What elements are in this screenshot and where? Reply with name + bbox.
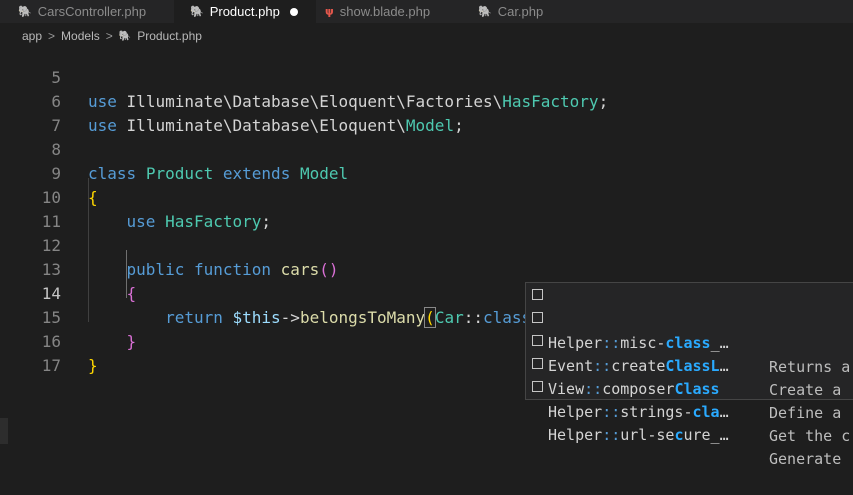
suggestion-label: Helper::strings-cla… xyxy=(548,403,729,421)
line-content: { xyxy=(88,188,98,207)
suggestion-detail: Define a xyxy=(769,404,842,422)
php-elephant-icon: 🐘 xyxy=(118,30,132,42)
code-line[interactable]: 11 xyxy=(0,186,61,231)
code-line[interactable]: 6 use Illuminate\Database\Eloquent\Model… xyxy=(0,66,463,135)
tab-label: CarsController.php xyxy=(37,4,147,19)
unsaved-dot-icon[interactable] xyxy=(289,7,298,16)
tab-bar: 🐘 CarsController.php 🐘 Product.php ψ sho… xyxy=(0,0,853,23)
line-content: use Illuminate\Database\Eloquent\Factori… xyxy=(88,92,609,111)
code-line[interactable]: 13 { xyxy=(0,234,136,303)
suggestion-item[interactable]: Event::createClassL… Create a xyxy=(526,306,853,399)
code-line[interactable]: 8 class Product extends Model xyxy=(0,114,348,183)
breadcrumb-app[interactable]: app xyxy=(22,29,42,43)
tab-label: show.blade.php xyxy=(339,4,431,19)
breadcrumb-file[interactable]: Product.php xyxy=(137,29,202,43)
code-line[interactable]: 16 } xyxy=(0,306,98,375)
line-content: class Product extends Model xyxy=(88,164,349,183)
tab-label: Product.php xyxy=(209,4,280,19)
snippet-icon xyxy=(532,289,543,300)
suggestion-detail: Get the c xyxy=(769,427,851,445)
code-line[interactable]: 12 public function cars() xyxy=(0,210,339,279)
php-elephant-icon: 🐘 xyxy=(18,6,32,18)
line-content: use Illuminate\Database\Eloquent\Model; xyxy=(88,116,464,135)
suggestion-item[interactable]: View::composerClass Define a xyxy=(526,329,853,422)
php-elephant-icon: 🐘 xyxy=(478,6,492,18)
tab-car[interactable]: 🐘 Car.php xyxy=(478,0,543,23)
snippet-icon xyxy=(532,312,543,323)
chevron-right-icon: > xyxy=(105,29,113,43)
line-content: use HasFactory; xyxy=(126,212,272,231)
code-line[interactable]: 7 xyxy=(0,90,61,135)
autocomplete-suggestions: Helper::misc-class_… Returns a Event::cr… xyxy=(525,282,853,468)
snippet-icon xyxy=(532,335,543,346)
line-content: return $this->belongsToMany(Car::class); xyxy=(88,306,550,330)
laravel-blade-icon: ψ xyxy=(325,5,334,18)
line-content: } xyxy=(88,356,98,375)
suggestion-item[interactable]: Helper::misc-class_… Returns a xyxy=(526,283,853,376)
tab-product[interactable]: 🐘 Product.php xyxy=(174,0,316,23)
code-line[interactable]: 9 { xyxy=(0,138,97,207)
chevron-right-icon: > xyxy=(48,29,56,43)
line-content: public function cars() xyxy=(126,260,339,279)
line-content: { xyxy=(126,284,137,303)
tab-carscontroller[interactable]: 🐘 CarsController.php xyxy=(18,0,146,23)
breadcrumb-models[interactable]: Models xyxy=(61,29,100,43)
code-line[interactable]: 5 use Illuminate\Database\Eloquent\Facto… xyxy=(0,42,608,111)
tab-show-blade[interactable]: ψ show.blade.php xyxy=(325,0,430,23)
suggestion-item[interactable]: Helper::strings-cla… Get the c xyxy=(526,352,853,445)
activity-bar-edge xyxy=(0,418,8,444)
snippet-icon xyxy=(532,358,543,369)
suggestion-detail: Generate xyxy=(769,450,842,468)
code-line[interactable]: 17 xyxy=(0,330,61,375)
suggestion-label: Helper::url-secure_… xyxy=(548,426,729,444)
code-line[interactable]: 15 } xyxy=(0,282,136,351)
line-number: 17 xyxy=(41,356,61,375)
php-elephant-icon: 🐘 xyxy=(190,6,204,18)
tab-label: Car.php xyxy=(497,4,544,19)
suggestion-item[interactable]: Helper::url-secure_… Generate xyxy=(526,375,853,468)
snippet-icon xyxy=(532,381,543,392)
line-content: } xyxy=(126,332,137,351)
code-line[interactable]: 10 use HasFactory; xyxy=(0,162,271,231)
code-line[interactable]: 14 return $this->belongsToMany(Car::clas… xyxy=(0,258,550,328)
